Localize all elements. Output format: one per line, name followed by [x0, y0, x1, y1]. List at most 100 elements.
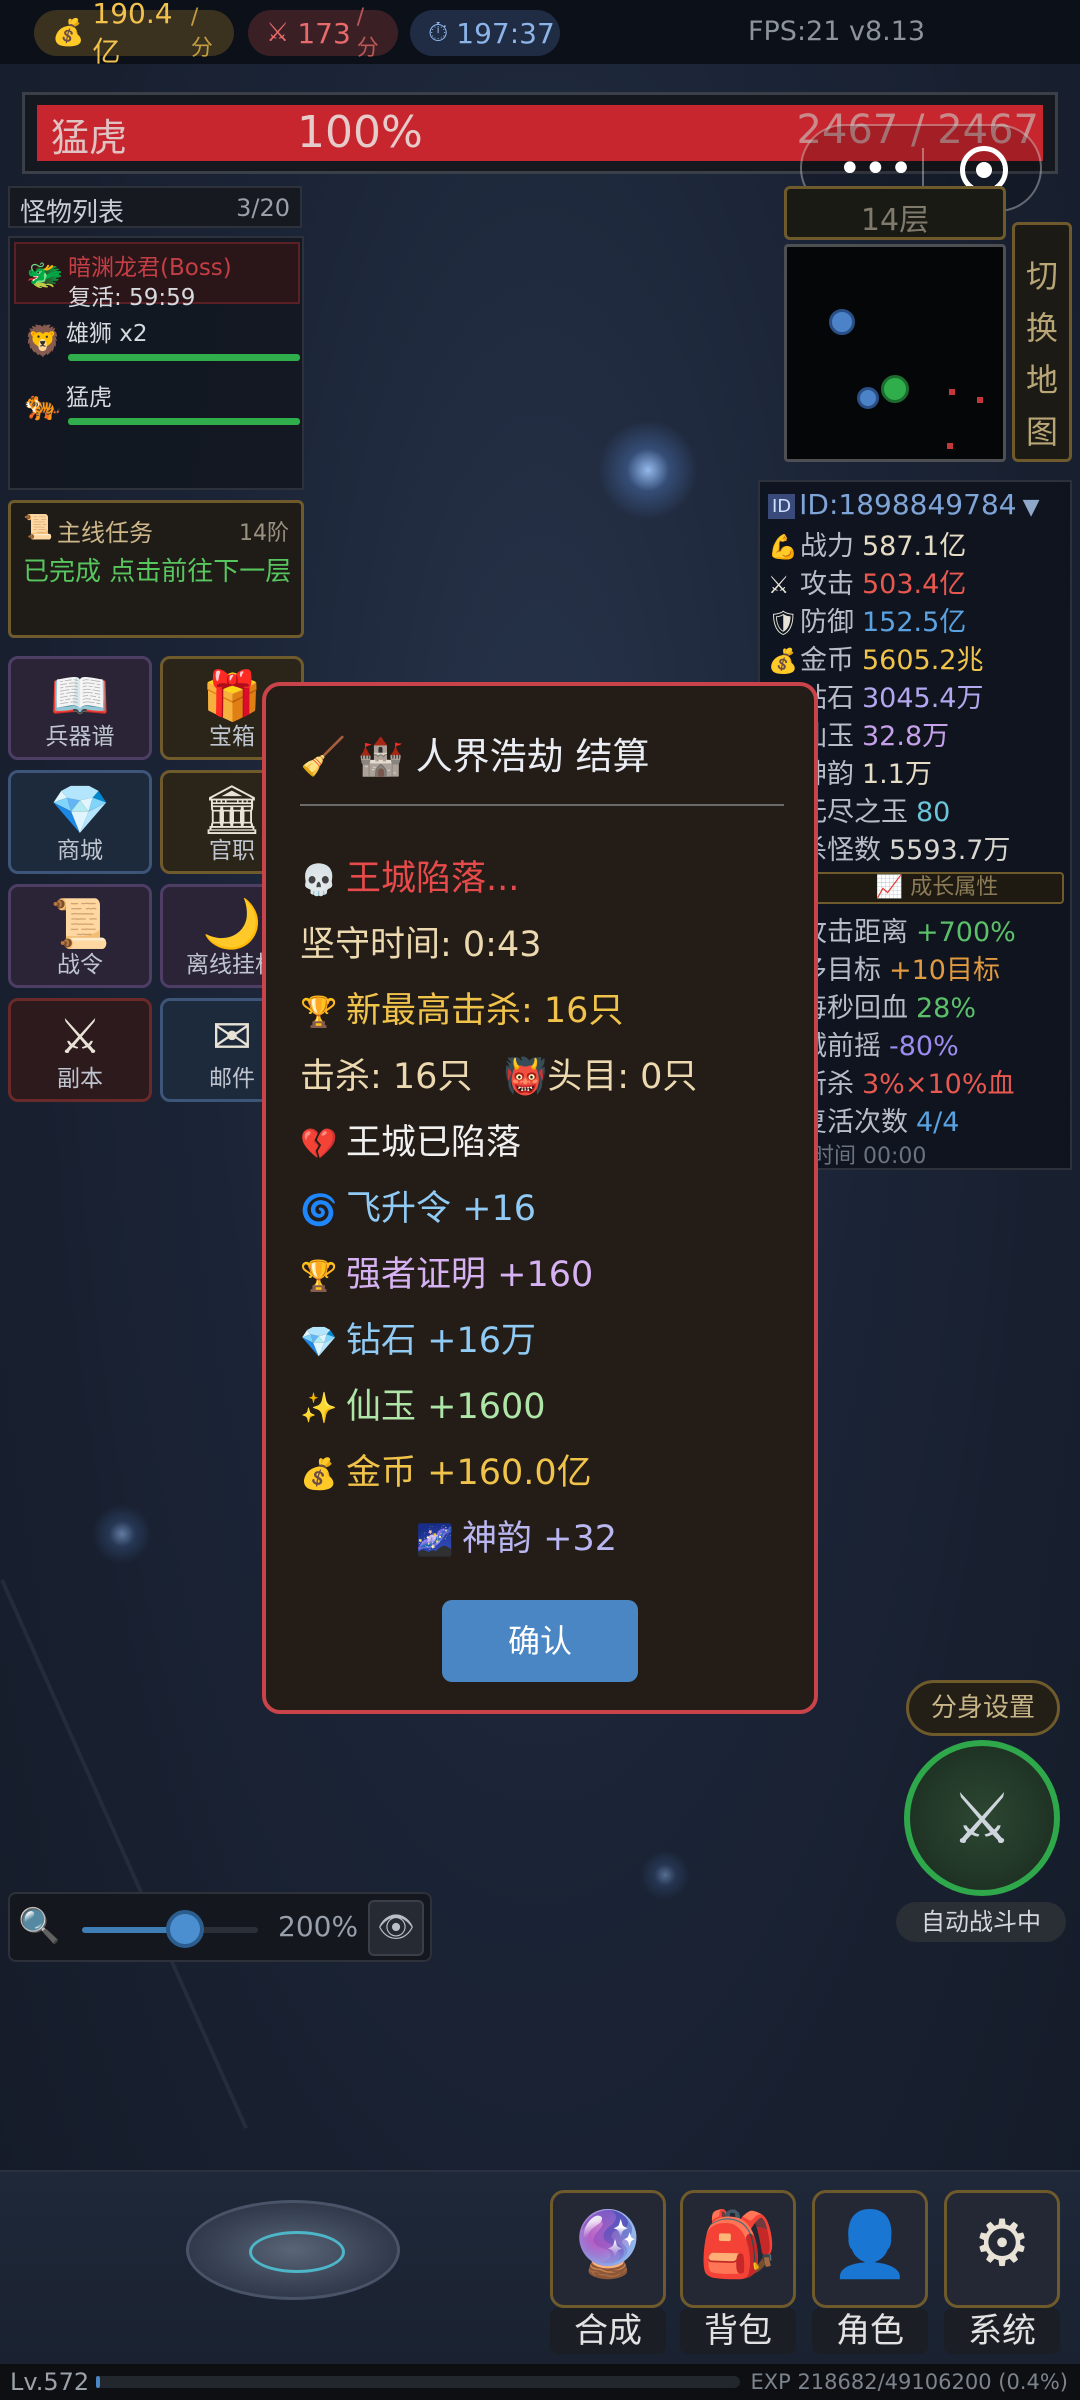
zoom-slider-knob[interactable]	[165, 1910, 204, 1948]
stat-value: 80	[916, 797, 951, 828]
reward-item: 🌀 飞升令 +16	[300, 1180, 536, 1231]
auto-battle-button[interactable]: ⚔	[904, 1740, 1060, 1896]
bg-lamp	[92, 1504, 152, 1564]
weapon-codex-label: 兵器谱	[45, 724, 115, 750]
kill-summary: 击杀: 16只 👹头目: 0只	[300, 1048, 697, 1099]
dropdown-triangle-icon: ▼	[1022, 495, 1040, 520]
swirl-icon: 🌀	[300, 1193, 338, 1228]
bg-floor-line	[0, 1579, 248, 2129]
character-button[interactable]: 👤	[812, 2190, 928, 2308]
modal-divider	[300, 804, 784, 806]
money-bag-icon: 💰	[768, 647, 798, 675]
gear-icon: ⚙	[973, 2207, 1031, 2281]
backpack-icon: 🎒	[698, 2208, 778, 2282]
bg-lamp	[598, 420, 698, 520]
kill-rate-pill: ⚔ 173 /分	[248, 5, 398, 61]
system-label[interactable]: 系统	[944, 2308, 1060, 2354]
player-id-row[interactable]: ID ID:1898849784 ▼	[768, 488, 1040, 521]
minimap[interactable]	[784, 244, 1006, 462]
scroll-icon: 📜	[50, 896, 110, 952]
stat-value: 1.1万	[862, 759, 932, 790]
stat-label: 金币	[800, 645, 854, 676]
lion-icon: 🦁	[24, 324, 62, 359]
shop-button[interactable]: 💎 商城	[8, 770, 152, 874]
monster-list-title: 怪物列表	[20, 198, 125, 228]
stat-value: 5605.2兆	[862, 645, 984, 676]
reward-text: 仙玉 +1600	[346, 1387, 546, 1427]
modal-title: 人界浩劫 结算	[415, 735, 650, 778]
weapon-codex-button[interactable]: 📖 兵器谱	[8, 656, 152, 760]
capsule-divider	[922, 148, 924, 190]
battle-pass-button[interactable]: 📜 战令	[8, 884, 152, 988]
stat-value: -80%	[889, 1031, 959, 1062]
city-fallen-headline: 💀 王城陷落...	[300, 850, 519, 901]
character-label[interactable]: 角色	[812, 2308, 928, 2354]
castle-icon: 🏰	[357, 735, 404, 778]
synthesis-label[interactable]: 合成	[550, 2308, 666, 2354]
zoom-value: 200%	[278, 1910, 359, 1943]
main-quest-panel[interactable]: 📜 主线任务 14阶 已完成 点击前往下一层	[8, 500, 304, 638]
monster-row[interactable]: 🦁 雄狮 x2	[14, 310, 300, 370]
floor-indicator: 14层	[784, 186, 1006, 240]
switch-map-char: 切	[1025, 257, 1058, 295]
quest-title: 主线任务	[57, 519, 153, 547]
stat-label: 防御	[800, 607, 854, 638]
dungeon-button[interactable]: ⚔ 副本	[8, 998, 152, 1102]
city-fallen-text: 王城已陷落	[346, 1123, 522, 1163]
trophy-icon: 🏆	[300, 995, 338, 1030]
kill-rate-unit: /分	[356, 4, 379, 61]
ogre-icon: 👹	[503, 1057, 548, 1097]
money-bag-icon: 💰	[52, 18, 85, 48]
zoom-control: 🔍 200% 👁	[8, 1892, 432, 1962]
dungeon-label: 副本	[57, 1066, 103, 1092]
switch-map-char: 地	[1025, 361, 1058, 399]
monster-row-boss[interactable]: 🐲 暗渊龙君(Boss) 复活: 59:59	[14, 242, 300, 311]
swords-icon: ⚔	[768, 571, 790, 599]
trophy-icon: 🏆	[300, 1259, 338, 1294]
monster-name: 暗渊龙君(Boss)	[68, 255, 232, 281]
kill-rate-value: 173	[297, 16, 351, 50]
stat-attack: ⚔ 攻击 503.4亿	[768, 562, 967, 600]
crossed-swords-icon: ⚔	[58, 1009, 102, 1065]
stat-value: 503.4亿	[862, 569, 967, 600]
monster-name: 雄狮 x2	[66, 321, 148, 347]
reward-text: 钻石 +16万	[346, 1321, 536, 1361]
player-id: ID:1898849784	[799, 488, 1017, 521]
player-level: Lv.572	[10, 2368, 90, 2396]
stat-value: +700%	[916, 917, 1016, 948]
clone-settings-button[interactable]: 分身设置	[906, 1680, 1060, 1736]
settlement-modal: 🧹 🏰 人界浩劫 结算 💀 王城陷落... 坚守时间: 0:43 🏆 新最高击杀: …	[262, 682, 818, 1714]
exp-progress-track	[96, 2376, 740, 2388]
search-icon: 🔍	[18, 1906, 61, 1946]
backpack-button[interactable]: 🎒	[680, 2190, 796, 2308]
backpack-label[interactable]: 背包	[680, 2308, 796, 2354]
switch-map-button[interactable]: 切 换 地 图	[1012, 222, 1072, 462]
gold-rate-value: 190.4亿	[92, 0, 173, 68]
monster-revive-time: 复活: 59:59	[68, 285, 196, 311]
growth-attributes-tab[interactable]: 📈 成长属性	[810, 872, 1064, 904]
monster-row[interactable]: 🐅 猛虎	[14, 374, 300, 434]
growth-attributes-label: 成长属性	[910, 875, 999, 900]
stat-label: 攻击	[800, 569, 854, 600]
eye-toggle-icon[interactable]: 👁	[368, 1900, 424, 1956]
reward-text: 飞升令 +16	[346, 1189, 536, 1229]
timer-pill: ⏱ 197:37	[410, 10, 560, 56]
switch-map-char: 换	[1025, 309, 1058, 347]
monster-list-count: 3/20	[236, 194, 290, 222]
battle-pass-label: 战令	[57, 952, 103, 978]
fallen-text: 王城陷落...	[346, 859, 520, 899]
confirm-button[interactable]: 确认	[442, 1600, 638, 1682]
stat-value: 3045.4万	[862, 683, 984, 714]
shop-label: 商城	[57, 838, 103, 864]
synthesis-button[interactable]: 🔮	[550, 2190, 666, 2308]
boss-hp-percent: 100%	[297, 107, 423, 158]
stat-value: +10目标	[889, 955, 1000, 986]
new-record: 🏆 新最高击杀: 16只	[300, 982, 623, 1033]
person-icon: 👤	[830, 2208, 910, 2282]
quest-scroll-icon: 📜	[23, 513, 53, 541]
fps-version: FPS:21 v8.13	[748, 16, 926, 47]
minimap-enemy-point	[947, 443, 953, 449]
gold-rate-pill: 💰 190.4亿 /分	[34, 0, 234, 68]
reward-item: 💎 钻石 +16万	[300, 1312, 536, 1363]
system-button[interactable]: ⚙	[944, 2190, 1060, 2308]
